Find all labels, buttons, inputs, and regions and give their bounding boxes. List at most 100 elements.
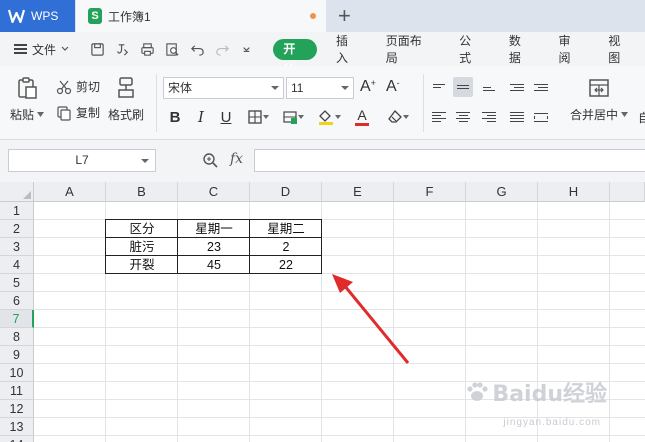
- tab-data[interactable]: 数据: [496, 32, 546, 66]
- printer-icon: [141, 42, 154, 56]
- chevron-down-icon: [621, 112, 629, 117]
- wps-logo-icon: [8, 9, 25, 23]
- align-top-button[interactable]: [429, 77, 449, 97]
- italic-button[interactable]: I: [191, 106, 211, 128]
- arrow-shaft: [342, 284, 410, 364]
- cut-button[interactable]: 剪切: [56, 78, 100, 95]
- save-icon: [91, 42, 105, 56]
- tab-insert[interactable]: 插入: [323, 32, 373, 66]
- tab-review[interactable]: 审阅: [546, 32, 596, 66]
- cell-style-button[interactable]: [278, 106, 308, 128]
- document-tab-label: 工作簿1: [108, 9, 151, 24]
- formula-input[interactable]: [254, 149, 645, 172]
- print-preview-button[interactable]: [160, 37, 185, 61]
- save-button[interactable]: [86, 37, 111, 61]
- name-box[interactable]: L7: [8, 149, 156, 172]
- spreadsheet-icon: S: [88, 8, 102, 24]
- paste-button[interactable]: 粘贴: [10, 76, 45, 123]
- underline-button[interactable]: U: [216, 106, 236, 128]
- tab-formulas[interactable]: 公式: [446, 32, 496, 66]
- plus-icon: +: [370, 78, 376, 88]
- print-button[interactable]: [135, 37, 160, 61]
- chevron-down-icon: [37, 112, 45, 117]
- ribbon-divider: [156, 74, 157, 132]
- undo-icon: [190, 44, 204, 56]
- format-painter-button[interactable]: 格式刷: [108, 76, 144, 123]
- home-ribbon: 粘贴 剪切 复制 格式刷 宋体 11 A + A- B I U A 合并居中 自: [0, 66, 645, 140]
- file-menu-button[interactable]: 文件: [0, 41, 86, 58]
- tab-page-layout[interactable]: 页面布局: [373, 32, 446, 66]
- font-color-button[interactable]: A: [349, 106, 375, 128]
- justify-button[interactable]: [507, 107, 527, 127]
- undo-button[interactable]: [185, 37, 210, 61]
- align-center-button[interactable]: [453, 107, 473, 127]
- outdent-icon: [510, 83, 524, 91]
- tab-home[interactable]: 开始: [273, 38, 318, 77]
- align-middle-icon: [457, 85, 469, 89]
- cell-style-icon: [283, 111, 297, 124]
- ribbon-tabs: 开始 插入 页面布局 公式 数据 审阅 视图: [273, 32, 645, 77]
- align-left-icon: [432, 112, 446, 122]
- chevron-down-icon: [263, 115, 269, 119]
- align-bottom-button[interactable]: [479, 77, 499, 97]
- chevron-down-icon: [341, 86, 349, 90]
- fill-color-button[interactable]: [314, 106, 344, 128]
- font-name-value: 宋体: [168, 81, 193, 95]
- align-left-button[interactable]: [429, 107, 449, 127]
- borders-button[interactable]: [243, 106, 273, 128]
- format-painter-label: 格式刷: [108, 108, 145, 122]
- bold-button[interactable]: B: [165, 106, 185, 128]
- chevron-down-icon: [403, 115, 409, 119]
- borders-icon: [248, 110, 262, 124]
- auto-wrap-button[interactable]: 自: [638, 109, 645, 126]
- decrease-indent-button[interactable]: [507, 77, 527, 97]
- export-icon: [117, 43, 129, 56]
- copy-label: 复制: [76, 106, 101, 120]
- cut-label: 剪切: [76, 80, 101, 94]
- menu-bar: 文件 开始 插入 页面布局 公式 数据 审阅 视图: [0, 32, 645, 77]
- font-size-dropdown[interactable]: 11: [286, 77, 354, 99]
- document-tab[interactable]: S 工作簿1: [76, 0, 326, 32]
- scissors-icon: [56, 80, 72, 94]
- insert-function-button[interactable]: fx: [230, 151, 243, 167]
- format-painter-icon: [118, 77, 134, 98]
- align-top-icon: [433, 83, 445, 91]
- distributed-align-icon: [534, 112, 548, 122]
- print-preview-icon: [166, 42, 179, 56]
- shrink-font-button[interactable]: A-: [386, 78, 400, 96]
- align-center-icon: [456, 112, 470, 122]
- redo-icon: [215, 44, 229, 56]
- redo-button[interactable]: [210, 37, 235, 61]
- align-middle-button[interactable]: [453, 77, 473, 97]
- paint-bucket-icon: [319, 110, 333, 125]
- zoom-search-icon[interactable]: [202, 152, 218, 168]
- font-color-icon: A: [357, 107, 367, 123]
- copy-button[interactable]: 复制: [56, 104, 100, 121]
- grow-font-button[interactable]: A +: [360, 78, 376, 96]
- align-right-icon: [482, 112, 496, 122]
- eraser-icon: [388, 110, 402, 123]
- ribbon-divider: [423, 74, 424, 132]
- baidu-paw-icon: [467, 382, 489, 401]
- tab-view[interactable]: 视图: [595, 32, 645, 66]
- font-color-swatch: [355, 123, 369, 126]
- font-name-dropdown[interactable]: 宋体: [163, 77, 284, 99]
- merge-cells-icon: [589, 79, 609, 97]
- chevron-down-icon: [335, 115, 341, 119]
- distributed-align-button[interactable]: [531, 107, 551, 127]
- align-right-button[interactable]: [479, 107, 499, 127]
- increase-indent-button[interactable]: [531, 77, 551, 97]
- export-button[interactable]: [110, 37, 135, 61]
- merge-center-button[interactable]: 合并居中: [570, 76, 629, 123]
- chevron-down-icon: [141, 159, 149, 163]
- merge-center-label: 合并居中: [570, 108, 619, 122]
- align-bottom-icon: [483, 84, 495, 91]
- wps-app-tab[interactable]: WPS: [0, 0, 75, 32]
- shrink-font-icon: A: [386, 78, 397, 95]
- new-tab-button[interactable]: +: [338, 3, 351, 29]
- clear-format-button[interactable]: [383, 106, 413, 128]
- unsaved-indicator: [310, 13, 316, 19]
- customize-quick-access-button[interactable]: [235, 37, 260, 61]
- grow-font-icon: A: [360, 78, 371, 95]
- watermark-url: jingyan.baidu.com: [503, 417, 601, 428]
